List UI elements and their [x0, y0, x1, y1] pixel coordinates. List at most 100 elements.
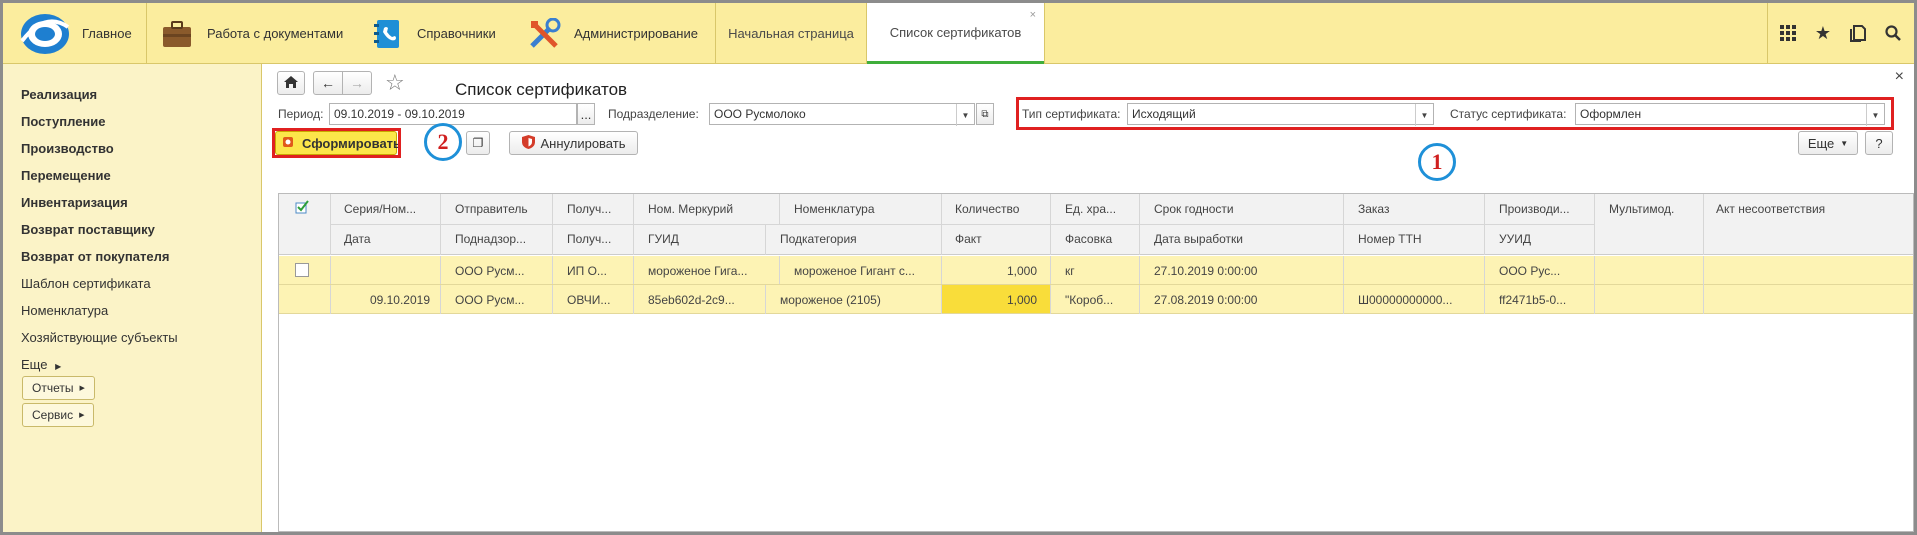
more-actions-label: Еще	[1807, 135, 1835, 151]
sidebar-item-nomenclature[interactable]: Номенклатура	[21, 303, 108, 318]
col-mercury-number[interactable]: Ном. Меркурий	[648, 202, 748, 216]
divider	[330, 224, 1594, 225]
home-button[interactable]	[277, 71, 305, 95]
divider	[1343, 256, 1344, 314]
service-button-label: Сервис	[32, 408, 74, 422]
cell-quantity: 1,000	[1006, 264, 1037, 278]
col-production-date[interactable]: Дата выработки	[1154, 232, 1294, 246]
favorite-star-icon[interactable]: ☆	[385, 70, 405, 96]
period-select-button[interactable]: ...	[577, 103, 595, 125]
divider	[941, 256, 942, 314]
section-documents[interactable]: Работа с документами	[161, 3, 343, 64]
divider	[330, 284, 1594, 285]
col-sender[interactable]: Отправитель	[455, 202, 541, 216]
col-series[interactable]: Серия/Ном...	[344, 202, 430, 216]
col-recipient[interactable]: Получ...	[567, 202, 637, 216]
home-label: Главное	[82, 26, 132, 41]
row-checkbox[interactable]	[295, 263, 309, 277]
col-uuid[interactable]: УУИД	[1499, 232, 1585, 246]
col-expiry[interactable]: Срок годности	[1154, 202, 1294, 216]
col-ttn-number[interactable]: Номер ТТН	[1358, 232, 1458, 246]
annotation-frame-filters	[1016, 97, 1894, 130]
divider	[1050, 256, 1051, 314]
sidebar-item-certificate-template[interactable]: Шаблон сертификата	[21, 276, 151, 291]
division-field[interactable]: ООО Русмолоко ▼	[709, 103, 975, 126]
star-icon[interactable]: ★	[1811, 21, 1835, 45]
col-multimodal[interactable]: Мультимод.	[1609, 202, 1699, 216]
home-section[interactable]: Главное	[82, 3, 132, 64]
more-actions-button[interactable]: Еще ▼	[1798, 131, 1858, 155]
search-icon[interactable]	[1881, 21, 1905, 45]
col-nonconformity-act[interactable]: Акт несоответствия	[1716, 202, 1886, 216]
shield-icon	[521, 134, 535, 152]
caret-right-icon: ▶	[79, 385, 85, 392]
sidebar-item-sales[interactable]: Реализация	[21, 87, 97, 102]
sidebar-item-more[interactable]: Еще ▶	[21, 357, 61, 372]
certificates-table: Серия/Ном... Отправитель Получ... Ном. М…	[278, 193, 1914, 532]
col-actual[interactable]: Факт	[955, 232, 1035, 246]
division-label: Подразделение:	[608, 107, 699, 121]
section-references[interactable]: Справочники	[373, 3, 496, 64]
chevron-down-icon: ▼	[1840, 138, 1849, 148]
cell-subcategory: мороженое (2105)	[780, 293, 881, 307]
annul-button[interactable]: Аннулировать	[509, 131, 638, 155]
col-recipient-2[interactable]: Получ...	[567, 232, 637, 246]
close-form-icon[interactable]: ×	[1895, 68, 1904, 86]
open-division-button[interactable]: ⧉	[976, 103, 994, 125]
arrow-left-icon: ←	[321, 75, 335, 91]
reports-button[interactable]: Отчеты ▶	[22, 376, 95, 400]
table-header: Серия/Ном... Отправитель Получ... Ном. М…	[279, 194, 1913, 255]
divider	[1139, 256, 1140, 314]
back-button[interactable]: ←	[313, 71, 343, 95]
sidebar-item-business-entities[interactable]: Хозяйствующие субъекты	[21, 330, 178, 345]
col-unit[interactable]: Ед. хра...	[1065, 202, 1135, 216]
sidebar-item-return-from-buyer[interactable]: Возврат от покупателя	[21, 249, 169, 264]
sidebar-item-production[interactable]: Производство	[21, 141, 114, 156]
period-field[interactable]: 09.10.2019 - 09.10.2019	[329, 103, 577, 125]
sidebar-item-return-to-supplier[interactable]: Возврат поставщику	[21, 222, 155, 237]
cell-uuid: ff2471b5-0...	[1499, 293, 1567, 307]
mark-all-icon[interactable]	[295, 200, 309, 217]
period-label: Период:	[278, 107, 324, 121]
divider	[1703, 256, 1704, 314]
service-button[interactable]: Сервис ▶	[22, 403, 95, 427]
cell-manufacturer: ООО Рус...	[1499, 264, 1561, 278]
col-order[interactable]: Заказ	[1358, 202, 1458, 216]
col-quantity[interactable]: Количество	[955, 202, 1035, 216]
divider	[552, 256, 553, 314]
forward-button[interactable]: →	[342, 71, 372, 95]
caret-right-icon: ▶	[55, 362, 62, 371]
close-icon[interactable]: ×	[1030, 9, 1036, 21]
col-packing[interactable]: Фасовка	[1065, 232, 1135, 246]
tab-certificate-list[interactable]: Список сертификатов ×	[867, 3, 1044, 64]
sidebar-item-transfer[interactable]: Перемещение	[21, 168, 111, 183]
cell-actual: 1,000	[1006, 293, 1037, 307]
cell-mercury-number: мороженое Гига...	[648, 264, 748, 278]
tab-home-page[interactable]: Начальная страница	[716, 3, 866, 64]
sidebar-item-more-label: Еще	[21, 357, 48, 372]
col-subcategory[interactable]: Подкатегория	[780, 232, 920, 246]
copy-button[interactable]: ❐	[466, 131, 490, 155]
col-nomenclature[interactable]: Номенклатура	[794, 202, 924, 216]
sidebar-item-inventory[interactable]: Инвентаризация	[21, 195, 128, 210]
help-button[interactable]: ?	[1865, 131, 1893, 155]
apps-grid-icon[interactable]	[1776, 21, 1800, 45]
sidebar-item-receipts[interactable]: Поступление	[21, 114, 106, 129]
cell-production-date: 27.08.2019 0:00:00	[1154, 293, 1258, 307]
section-admin-label: Администрирование	[574, 26, 698, 41]
arrow-right-icon: →	[350, 75, 364, 91]
chevron-down-icon[interactable]: ▼	[956, 104, 974, 126]
app-logo-icon[interactable]	[18, 11, 72, 57]
section-admin[interactable]: Администрирование	[528, 3, 698, 64]
col-guid[interactable]: ГУИД	[648, 232, 748, 246]
cell-ttn-number: Ш00000000000...	[1358, 293, 1453, 307]
sidebar: Реализация Поступление Производство Пере…	[3, 64, 262, 532]
history-icon[interactable]	[1846, 21, 1870, 45]
col-supervised[interactable]: Поднадзор...	[455, 232, 541, 246]
col-date[interactable]: Дата	[344, 232, 430, 246]
divider	[330, 256, 331, 314]
table-row[interactable]: ООО Русм... ИП О... мороженое Гига... мо…	[279, 256, 1913, 285]
col-manufacturer[interactable]: Производи...	[1499, 202, 1585, 216]
page-title: Список сертификатов	[455, 80, 628, 99]
table-row[interactable]: 09.10.2019 ООО Русм... ОВЧИ... 85eb602d-…	[279, 285, 1913, 314]
